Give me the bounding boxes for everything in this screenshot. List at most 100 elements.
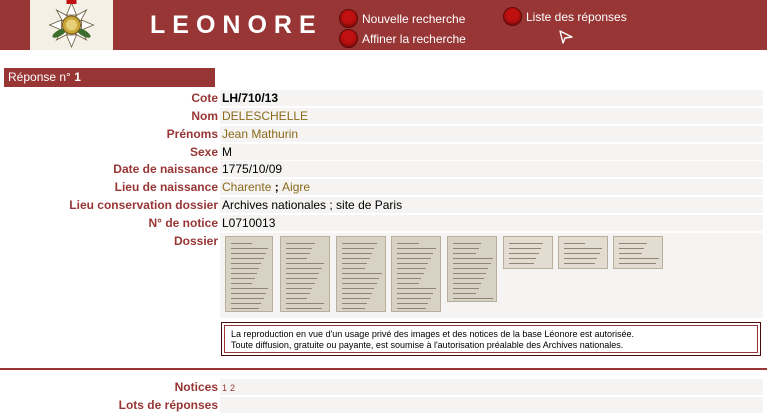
thumbnail-text-line — [508, 258, 537, 259]
field-sexe: Sexe M — [0, 144, 767, 161]
dossier-page-thumbnail[interactable] — [613, 236, 663, 269]
thumbnail-text-line — [452, 253, 477, 254]
response-number: 1 — [74, 70, 81, 84]
field-date-naissance: Date de naissance 1775/10/09 — [0, 161, 767, 178]
date-naissance-label: Date de naissance — [113, 162, 218, 176]
thumbnail-text-line — [396, 253, 434, 254]
thumbnail-text-line — [230, 283, 253, 284]
thumbnail-text-line — [563, 248, 603, 249]
thumbnail-text-line — [396, 243, 419, 244]
thumbnail-text-line — [396, 293, 434, 294]
lots-value — [220, 397, 763, 413]
thumbnail-text-line — [230, 278, 255, 279]
thumbnail-text-line — [396, 248, 436, 249]
thumbnail-text-line — [508, 263, 534, 264]
header-bar: LEONORE Nouvelle recherche Affiner la re… — [0, 0, 767, 50]
liste-reponses-button[interactable]: Liste des réponses — [503, 7, 627, 26]
thumbnail-text-line — [285, 293, 310, 294]
thumbnail-text-line — [285, 308, 322, 309]
dossier-page-thumbnail[interactable] — [503, 236, 553, 269]
thumbnail-text-line — [230, 293, 266, 294]
affiner-recherche-button[interactable]: Affiner la recherche — [339, 29, 466, 48]
thumbnail-text-line — [341, 293, 373, 294]
sexe-value: M — [220, 144, 763, 160]
thumbnail-text-line — [452, 263, 491, 264]
thumbnail-text-line — [341, 288, 375, 289]
thumbnail-text-line — [452, 243, 482, 244]
dossier-label: Dossier — [173, 234, 218, 248]
lots-row: Lots de réponses — [0, 397, 767, 414]
thumbnail-text-line — [452, 278, 484, 279]
thumbnail-text-line — [285, 283, 315, 284]
notices-label: Notices — [174, 380, 218, 394]
lieu-naissance-departement[interactable]: Charente — [222, 180, 271, 194]
thumbnail-text-line — [341, 283, 377, 284]
red-button-icon — [339, 9, 358, 28]
thumbnail-text-line — [285, 263, 325, 264]
lieu-conservation-value: Archives nationales ; site de Paris — [220, 197, 763, 213]
notices-pagination: 12 — [220, 379, 763, 395]
thumbnail-text-line — [341, 253, 373, 254]
thumbnail-text-line — [230, 298, 264, 299]
lieu-conservation-label: Lieu conservation dossier — [69, 198, 218, 212]
thumbnail-text-line — [618, 243, 647, 244]
thumbnail-text-line — [452, 273, 486, 274]
response-prefix: Réponse n° — [8, 70, 71, 84]
page-link-2[interactable]: 2 — [230, 383, 235, 393]
thumbnail-text-line — [341, 268, 365, 269]
thumbnail-text-line — [508, 243, 544, 244]
nouvelle-recherche-button[interactable]: Nouvelle recherche — [339, 9, 465, 28]
thumbnail-text-line — [285, 253, 310, 254]
nom-label: Nom — [191, 109, 218, 123]
cote-label: Cote — [191, 91, 218, 105]
thumbnail-text-line — [618, 258, 659, 259]
thumbnail-text-line — [230, 268, 260, 269]
arrow-icon[interactable] — [559, 30, 573, 47]
thumbnail-text-line — [285, 258, 308, 259]
thumbnail-text-line — [341, 248, 375, 249]
dossier-page-thumbnail[interactable] — [225, 236, 273, 312]
thumbnail-text-line — [396, 298, 431, 299]
thumbnail-text-line — [563, 258, 598, 259]
reproduction-notice-text: La reproduction en vue d'un usage privé … — [224, 325, 758, 353]
dossier-page-thumbnail[interactable] — [447, 236, 497, 302]
thumbnail-text-line — [618, 263, 657, 264]
thumbnail-text-line — [396, 268, 427, 269]
thumbnail-text-line — [341, 298, 370, 299]
page-link-1[interactable]: 1 — [222, 383, 227, 393]
field-lieu-naissance: Lieu de naissance Charente ; Aigre — [0, 179, 767, 196]
legion-honneur-logo[interactable] — [30, 0, 113, 50]
thumbnail-text-line — [230, 303, 262, 304]
lieu-naissance-value: Charente ; Aigre — [220, 179, 763, 195]
thumbnail-text-line — [396, 283, 419, 284]
dossier-page-thumbnail[interactable] — [280, 236, 330, 312]
thumbnail-text-line — [341, 263, 368, 264]
dossier-page-thumbnail[interactable] — [391, 236, 441, 312]
thumbnail-text-line — [285, 303, 325, 304]
thumbnail-text-line — [341, 243, 377, 244]
thumbnail-text-line — [396, 303, 429, 304]
notices-row: Notices 12 — [0, 379, 767, 396]
field-notice: N° de notice L0710013 — [0, 215, 767, 232]
field-lieu-conservation: Lieu conservation dossier Archives natio… — [0, 197, 767, 214]
nom-value[interactable]: DELESCHELLE — [220, 108, 763, 124]
thumbnail-text-line — [452, 283, 482, 284]
notice-line-1: La reproduction en vue d'un usage privé … — [231, 329, 634, 339]
thumbnail-text-line — [230, 263, 262, 264]
thumbnail-text-line — [452, 268, 489, 269]
prenoms-value[interactable]: Jean Mathurin — [220, 126, 763, 142]
dossier-page-thumbnail[interactable] — [336, 236, 386, 312]
thumbnail-text-line — [285, 298, 308, 299]
red-button-icon — [503, 7, 522, 26]
affiner-recherche-label: Affiner la recherche — [362, 31, 466, 46]
thumbnail-text-line — [508, 248, 541, 249]
reproduction-notice: La reproduction en vue d'un usage privé … — [221, 322, 761, 356]
liste-reponses-label: Liste des réponses — [526, 9, 627, 24]
thumbnail-text-line — [230, 308, 260, 309]
dossier-page-thumbnail[interactable] — [558, 236, 608, 269]
lieu-naissance-commune[interactable]: Aigre — [282, 180, 310, 194]
sexe-label: Sexe — [189, 145, 218, 159]
thumbnail-text-line — [563, 263, 595, 264]
thumbnail-text-line — [341, 303, 368, 304]
thumbnail-text-line — [396, 263, 429, 264]
